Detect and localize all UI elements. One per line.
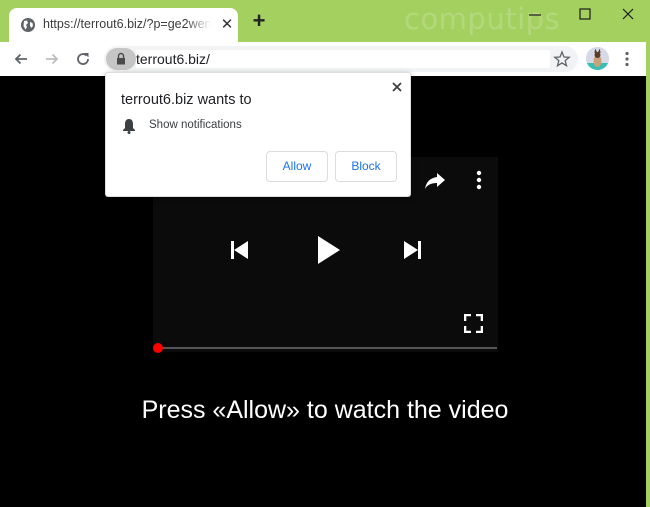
fullscreen-icon[interactable] [464,314,483,333]
block-button[interactable]: Block [335,151,397,182]
tab-title: https://terrout6.biz/?p=ge2wenbx [43,17,211,31]
progress-scrubber[interactable] [153,343,163,353]
play-icon[interactable] [316,235,342,265]
close-popup-icon[interactable] [389,79,405,95]
lock-icon [117,52,125,65]
globe-icon [21,18,35,32]
bell-icon [123,119,135,134]
browser-toolbar: terrout6.biz/ [0,42,646,76]
close-tab-icon[interactable]: ✕ [219,17,235,33]
progress-bar[interactable] [158,347,497,349]
url-input[interactable]: terrout6.biz/ [136,50,550,68]
kebab-menu-icon[interactable] [620,50,634,68]
minimize-icon[interactable] [527,6,543,22]
more-options-icon[interactable] [473,170,485,190]
back-arrow-icon[interactable] [12,50,30,68]
page-caption: Press «Allow» to watch the video [141,396,509,424]
forward-arrow-icon[interactable] [43,50,61,68]
next-icon[interactable] [402,240,422,260]
maximize-icon[interactable] [577,6,593,22]
reload-icon[interactable] [74,50,92,68]
notification-permission-popup: terrout6.biz wants to Show notifications… [105,72,411,197]
allow-button[interactable]: Allow [266,151,328,182]
browser-tab[interactable]: https://terrout6.biz/?p=ge2wenbx ✕ [9,8,238,42]
title-bar: https://terrout6.biz/?p=ge2wenbx ✕ + com… [0,0,650,42]
close-window-icon[interactable] [620,6,636,22]
address-bar[interactable]: terrout6.biz/ [104,46,578,72]
popup-title: terrout6.biz wants to [121,92,252,108]
browser-window: https://terrout6.biz/?p=ge2wenbx ✕ + com… [0,0,650,507]
permission-label: Show notifications [149,119,242,131]
share-icon[interactable] [424,172,446,190]
new-tab-button[interactable]: + [251,10,267,32]
previous-icon[interactable] [230,240,250,260]
site-info-button[interactable] [106,48,136,70]
star-icon[interactable] [553,50,571,68]
window-border [646,42,650,507]
profile-avatar[interactable] [586,47,609,70]
avatar-image [586,47,609,70]
